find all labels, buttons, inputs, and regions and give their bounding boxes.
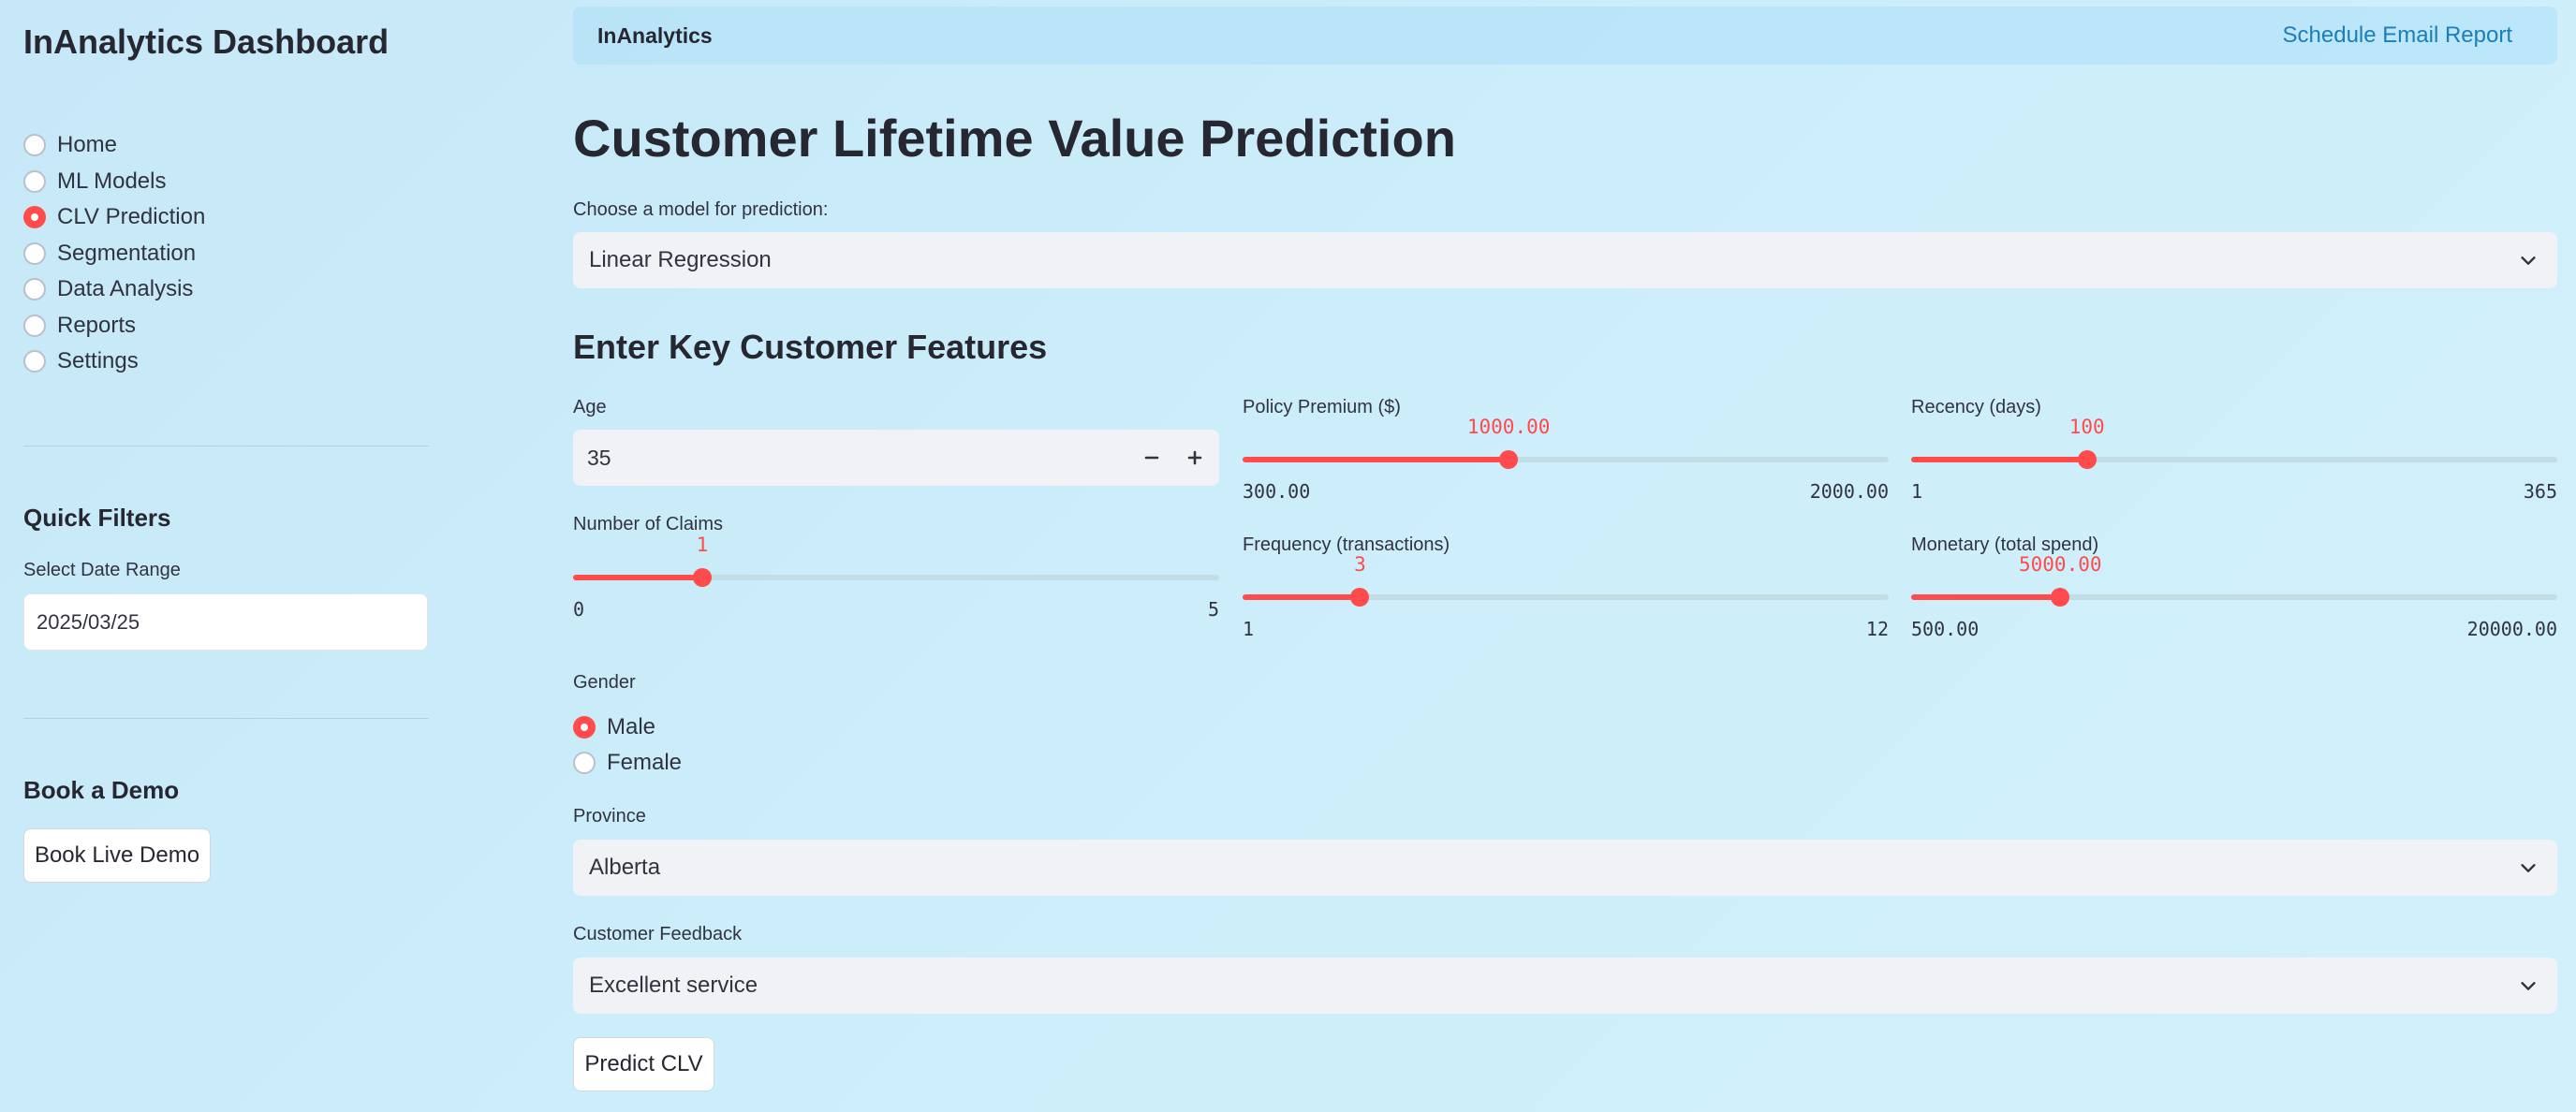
topbar-brand: InAnalytics (597, 23, 713, 48)
feedback-label: Customer Feedback (573, 924, 743, 944)
slider-max: 12 (1865, 618, 1889, 640)
radio-icon (23, 314, 46, 337)
gender-option-label: Female (607, 750, 683, 775)
slider-value: 1 (696, 534, 709, 556)
slider-fill (1911, 594, 2061, 600)
slider-value: 100 (2068, 416, 2105, 438)
gender-label: Gender (573, 672, 636, 693)
slider-fill (1243, 594, 1361, 600)
frequency-slider[interactable]: 3 1 12 (1243, 553, 1889, 640)
book-demo-heading: Book a Demo (23, 776, 180, 804)
num-claims-slider[interactable]: 1 0 5 (573, 534, 1219, 621)
slider-fill (573, 575, 702, 580)
chevron-down-icon (2521, 864, 2536, 872)
sidebar-item-label: Settings (57, 348, 139, 374)
sidebar-item-segmentation[interactable]: Segmentation (23, 236, 205, 272)
slider-min: 1 (1911, 480, 1923, 503)
sidebar-item-reports[interactable]: Reports (23, 308, 205, 344)
feedback-select-value: Excellent service (589, 973, 758, 998)
model-select-label: Choose a model for prediction: (573, 199, 829, 220)
sidebar-item-label: Reports (57, 312, 137, 338)
slider-thumb[interactable] (2051, 588, 2070, 607)
app-title: InAnalytics Dashboard (23, 22, 390, 61)
slider-max: 5 (1207, 598, 1219, 621)
chevron-down-icon (2521, 256, 2536, 265)
predict-clv-button[interactable]: Predict CLV (573, 1037, 714, 1091)
sidebar-item-label: Data Analysis (57, 276, 194, 302)
recency-label: Recency (days) (1911, 397, 2041, 417)
slider-value: 5000.00 (2018, 553, 2102, 576)
model-select[interactable]: Linear Regression (573, 232, 2557, 288)
sidebar-item-data-analysis[interactable]: Data Analysis (23, 271, 205, 308)
sidebar-nav: Home ML Models CLV Prediction Segmentati… (23, 127, 205, 380)
sidebar: InAnalytics Dashboard Home ML Models CLV… (0, 0, 449, 1112)
schedule-email-report-link[interactable]: Schedule Email Report (2283, 22, 2512, 49)
slider-min: 500.00 (1911, 618, 1980, 640)
slider-min: 300.00 (1243, 480, 1311, 503)
sidebar-item-home[interactable]: Home (23, 127, 205, 164)
radio-icon (23, 169, 46, 193)
date-range-input[interactable]: 2025/03/25 (23, 593, 428, 651)
province-select-value: Alberta (589, 855, 661, 880)
feedback-select[interactable]: Excellent service (573, 958, 2557, 1014)
slider-max: 365 (2523, 480, 2557, 503)
book-live-demo-button[interactable]: Book Live Demo (23, 828, 211, 883)
gender-option-female[interactable]: Female (573, 750, 682, 776)
slider-thumb[interactable] (693, 568, 712, 587)
slider-fill (1911, 457, 2087, 462)
slider-value: 3 (1354, 553, 1366, 576)
slider-thumb[interactable] (2077, 450, 2097, 469)
radio-icon (23, 241, 46, 265)
gender-option-male[interactable]: Male (573, 714, 655, 740)
frequency-label: Frequency (transactions) (1243, 534, 1450, 555)
radio-icon (23, 134, 46, 157)
model-select-value: Linear Regression (589, 247, 772, 272)
page-title: Customer Lifetime Value Prediction (573, 109, 1456, 168)
recency-slider[interactable]: 100 1 365 (1911, 416, 2557, 503)
sidebar-item-label: CLV Prediction (57, 204, 206, 230)
slider-min: 1 (1243, 618, 1255, 640)
slider-fill (1243, 457, 1509, 462)
slider-min: 0 (573, 598, 585, 621)
features-heading: Enter Key Customer Features (573, 328, 1048, 366)
policy-premium-slider[interactable]: 1000.00 300.00 2000.00 (1243, 416, 1889, 503)
date-range-label: Select Date Range (23, 560, 181, 580)
date-range-value: 2025/03/25 (37, 609, 140, 634)
slider-thumb[interactable] (1499, 450, 1519, 469)
monetary-slider[interactable]: 5000.00 500.00 20000.00 (1911, 553, 2557, 640)
top-bar: InAnalytics Schedule Email Report (573, 7, 2557, 65)
sidebar-item-label: Home (57, 132, 118, 158)
province-label: Province (573, 806, 646, 827)
sidebar-item-label: Segmentation (57, 240, 197, 266)
slider-max: 20000.00 (2466, 618, 2557, 640)
slider-max: 2000.00 (1809, 480, 1889, 503)
radio-selected-icon (573, 716, 596, 739)
plus-icon[interactable] (1178, 441, 1212, 475)
num-claims-label: Number of Claims (573, 514, 724, 534)
radio-icon (23, 350, 46, 373)
quick-filters-heading: Quick Filters (23, 504, 171, 532)
age-input[interactable]: 35 (573, 430, 1219, 486)
slider-value: 1000.00 (1466, 416, 1551, 438)
radio-selected-icon (23, 206, 46, 229)
radio-icon (23, 278, 46, 301)
gender-option-label: Male (607, 714, 656, 739)
sidebar-item-label: ML Models (57, 168, 167, 194)
radio-icon (573, 752, 596, 774)
slider-thumb[interactable] (1350, 588, 1370, 607)
divider (23, 718, 429, 719)
sidebar-item-settings[interactable]: Settings (23, 344, 205, 380)
age-value: 35 (587, 446, 611, 470)
chevron-down-icon (2521, 982, 2536, 990)
age-label: Age (573, 397, 607, 417)
policy-premium-label: Policy Premium ($) (1243, 397, 1401, 417)
sidebar-item-ml-models[interactable]: ML Models (23, 164, 205, 200)
province-select[interactable]: Alberta (573, 840, 2557, 896)
sidebar-item-clv-prediction[interactable]: CLV Prediction (23, 199, 205, 236)
minus-icon[interactable] (1135, 441, 1169, 475)
